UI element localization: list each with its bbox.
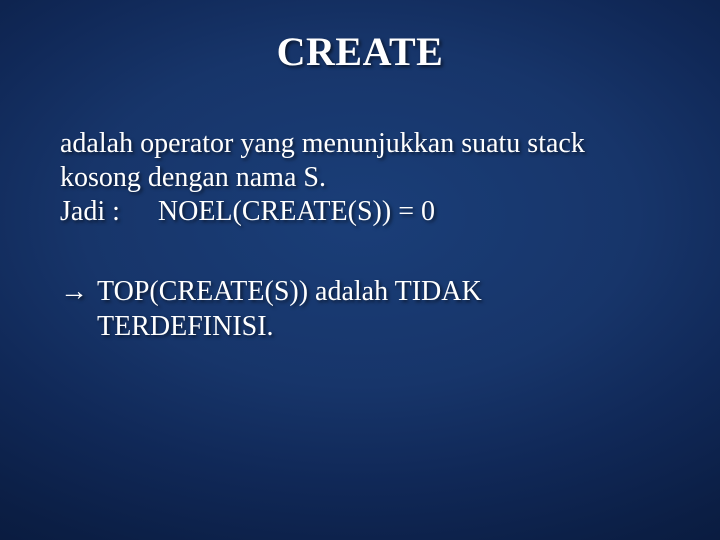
result-block: → TOP(CREATE(S)) adalah TIDAK TERDEFINIS… bbox=[60, 275, 660, 343]
body-line-2: kosong dengan nama S. bbox=[60, 161, 660, 195]
jadi-label: Jadi : bbox=[60, 195, 120, 229]
jadi-expression: NOEL(CREATE(S)) = 0 bbox=[158, 196, 435, 227]
slide: CREATE adalah operator yang menunjukkan … bbox=[0, 0, 720, 540]
result-text: TOP(CREATE(S)) adalah TIDAK TERDEFINISI. bbox=[97, 275, 482, 343]
body-jadi-row: Jadi : NOEL(CREATE(S)) = 0 bbox=[60, 195, 660, 229]
slide-body: adalah operator yang menunjukkan suatu s… bbox=[60, 127, 660, 344]
result-line-2: TERDEFINISI. bbox=[97, 311, 274, 342]
result-line-1: TOP(CREATE(S)) adalah TIDAK bbox=[97, 276, 482, 307]
body-line-1: adalah operator yang menunjukkan suatu s… bbox=[60, 127, 660, 161]
arrow-icon: → bbox=[60, 275, 88, 309]
slide-title: CREATE bbox=[60, 28, 660, 75]
